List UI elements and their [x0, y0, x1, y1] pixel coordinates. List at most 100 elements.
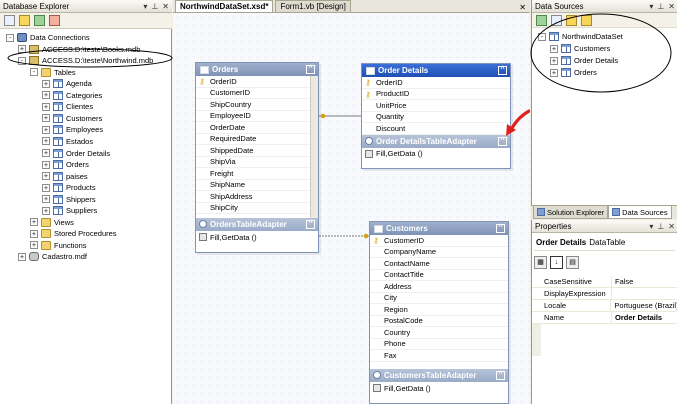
- property-value[interactable]: False: [612, 276, 633, 287]
- expand-icon[interactable]: +: [42, 91, 50, 100]
- orders-table-header[interactable]: Orders ^: [196, 63, 318, 76]
- tree-item[interactable]: + Suppliers: [42, 205, 97, 216]
- column-row[interactable]: City: [370, 293, 508, 304]
- collapse-icon[interactable]: ^: [498, 66, 507, 75]
- tree-item[interactable]: - Data Connections: [6, 32, 90, 43]
- tree-item[interactable]: + Estados: [42, 136, 93, 147]
- tab-solution-explorer[interactable]: Solution Explorer: [533, 206, 609, 219]
- tab-form1-design[interactable]: Form1.vb [Design]: [275, 0, 351, 12]
- column-row[interactable]: ShipVia: [196, 157, 318, 168]
- customers-adapter-header[interactable]: CustomersTableAdapter ^: [370, 369, 508, 382]
- column-row[interactable]: ShippedDate: [196, 145, 318, 157]
- order-details-table[interactable]: Order Details ^ ⚷ OrderID ⚷ ProductID UnitPr…: [361, 63, 511, 169]
- expand-icon[interactable]: +: [42, 102, 50, 111]
- collapse-icon[interactable]: ^: [496, 224, 505, 233]
- expand-icon[interactable]: +: [42, 172, 50, 181]
- collapse-icon[interactable]: ^: [306, 65, 315, 74]
- customers-query[interactable]: Fill,GetData (): [370, 382, 508, 394]
- tree-item[interactable]: + Employees: [42, 124, 103, 135]
- property-row[interactable]: DisplayExpression: [532, 288, 677, 300]
- expand-icon[interactable]: +: [30, 218, 38, 227]
- expand-icon[interactable]: +: [42, 149, 50, 157]
- tree-item[interactable]: + Stored Procedures: [30, 228, 117, 239]
- order-details-table-header[interactable]: Order Details ^: [362, 64, 510, 77]
- tree-item[interactable]: + Clientes: [42, 101, 93, 112]
- column-row[interactable]: Discount: [362, 123, 510, 135]
- expand-icon[interactable]: +: [42, 114, 50, 123]
- close-icon[interactable]: ✕: [162, 2, 169, 11]
- orders-scrollbar[interactable]: [310, 76, 318, 218]
- orders-adapter-header[interactable]: OrdersTableAdapter ^: [196, 218, 318, 231]
- property-row[interactable]: Name Order Details: [532, 312, 677, 324]
- column-row[interactable]: Quantity: [362, 112, 510, 123]
- property-row[interactable]: Locale Portuguese (Brazil): [532, 300, 677, 312]
- column-row[interactable]: Region: [370, 304, 508, 316]
- autohide-icon[interactable]: ⊥: [151, 2, 158, 11]
- column-row[interactable]: ⚷ OrderID: [196, 76, 318, 88]
- object-selector[interactable]: Order Details DataTable: [534, 235, 675, 251]
- column-row[interactable]: ShipCity: [196, 203, 318, 214]
- pin-icon[interactable]: ▾: [143, 2, 147, 11]
- column-row[interactable]: ShipCountry: [196, 99, 318, 111]
- orders-table[interactable]: Orders ^ ⚷ OrderID CustomerID ShipCountry Em…: [195, 62, 319, 253]
- order-details-query[interactable]: Fill,GetData (): [362, 148, 510, 160]
- collapse-icon[interactable]: ^: [496, 371, 505, 380]
- customers-table-header[interactable]: Customers ^: [370, 222, 508, 235]
- expand-icon[interactable]: +: [18, 252, 26, 261]
- pin-icon[interactable]: ▾: [649, 222, 653, 231]
- stop-icon[interactable]: [19, 15, 30, 26]
- column-row[interactable]: Phone: [370, 339, 508, 350]
- expand-icon[interactable]: +: [42, 137, 50, 146]
- tree-item[interactable]: + Products: [42, 182, 96, 193]
- property-value[interactable]: Portuguese (Brazil): [611, 300, 677, 311]
- tab-northwind-dataset[interactable]: NorthwindDataSet.xsd*: [175, 0, 274, 12]
- column-row[interactable]: CompanyName: [370, 247, 508, 258]
- order-details-adapter-header[interactable]: Order DetailsTableAdapter ^: [362, 134, 510, 148]
- refresh-icon[interactable]: [4, 15, 15, 26]
- add-connection-icon[interactable]: [49, 15, 60, 26]
- tree-item[interactable]: + paises: [42, 171, 88, 182]
- property-pages-icon[interactable]: ▤: [566, 255, 579, 269]
- tree-item[interactable]: + Views: [30, 217, 74, 228]
- orders-query[interactable]: Fill,GetData (): [196, 231, 318, 243]
- column-row[interactable]: ShipName: [196, 180, 318, 191]
- alphabetical-icon[interactable]: ↓: [550, 255, 563, 269]
- expand-icon[interactable]: +: [42, 79, 50, 88]
- column-row[interactable]: EmployeeID: [196, 111, 318, 122]
- tree-item[interactable]: + Customers: [42, 113, 102, 124]
- property-value[interactable]: [612, 288, 615, 299]
- autohide-icon[interactable]: ⊥: [657, 222, 664, 231]
- collapse-icon[interactable]: -: [6, 33, 14, 42]
- column-row[interactable]: RequiredDate: [196, 134, 318, 145]
- column-row[interactable]: Fax: [370, 350, 508, 362]
- tree-item[interactable]: + Order Details: [42, 148, 110, 159]
- tree-item[interactable]: + Shippers: [42, 194, 96, 205]
- expand-icon[interactable]: +: [42, 206, 50, 215]
- tree-item[interactable]: + Functions: [30, 240, 87, 251]
- column-row[interactable]: Address: [370, 281, 508, 293]
- connect-icon[interactable]: [34, 15, 45, 26]
- column-row[interactable]: CustomerID: [196, 88, 318, 99]
- tree-item[interactable]: + Categories: [42, 90, 102, 101]
- column-row[interactable]: ContactName: [370, 258, 508, 270]
- property-value[interactable]: Order Details: [612, 312, 662, 323]
- column-row[interactable]: ⚷ OrderID: [362, 77, 510, 89]
- tree-item[interactable]: + Cadastro.mdf: [18, 251, 87, 262]
- column-row[interactable]: UnitPrice: [362, 100, 510, 112]
- column-row[interactable]: OrderDate: [196, 122, 318, 134]
- expand-icon[interactable]: +: [30, 229, 38, 238]
- column-row[interactable]: ⚷ ProductID: [362, 89, 510, 100]
- property-row[interactable]: CaseSensitive False: [532, 276, 677, 288]
- categorized-icon[interactable]: ▦: [534, 255, 547, 269]
- expand-icon[interactable]: +: [42, 125, 50, 134]
- dataset-designer-surface[interactable]: Orders ^ ⚷ OrderID CustomerID ShipCountry Em…: [173, 13, 530, 404]
- expand-icon[interactable]: +: [30, 241, 38, 250]
- column-row[interactable]: Freight: [196, 168, 318, 180]
- collapse-icon[interactable]: -: [30, 68, 38, 77]
- column-row[interactable]: ShipAddress: [196, 191, 318, 203]
- column-row[interactable]: PostalCode: [370, 316, 508, 327]
- customers-table[interactable]: Customers ^ ⚷ CustomerID CompanyName Contac…: [369, 221, 509, 404]
- expand-icon[interactable]: +: [42, 183, 50, 192]
- column-row[interactable]: Country: [370, 327, 508, 339]
- close-icon[interactable]: ✕: [668, 222, 675, 231]
